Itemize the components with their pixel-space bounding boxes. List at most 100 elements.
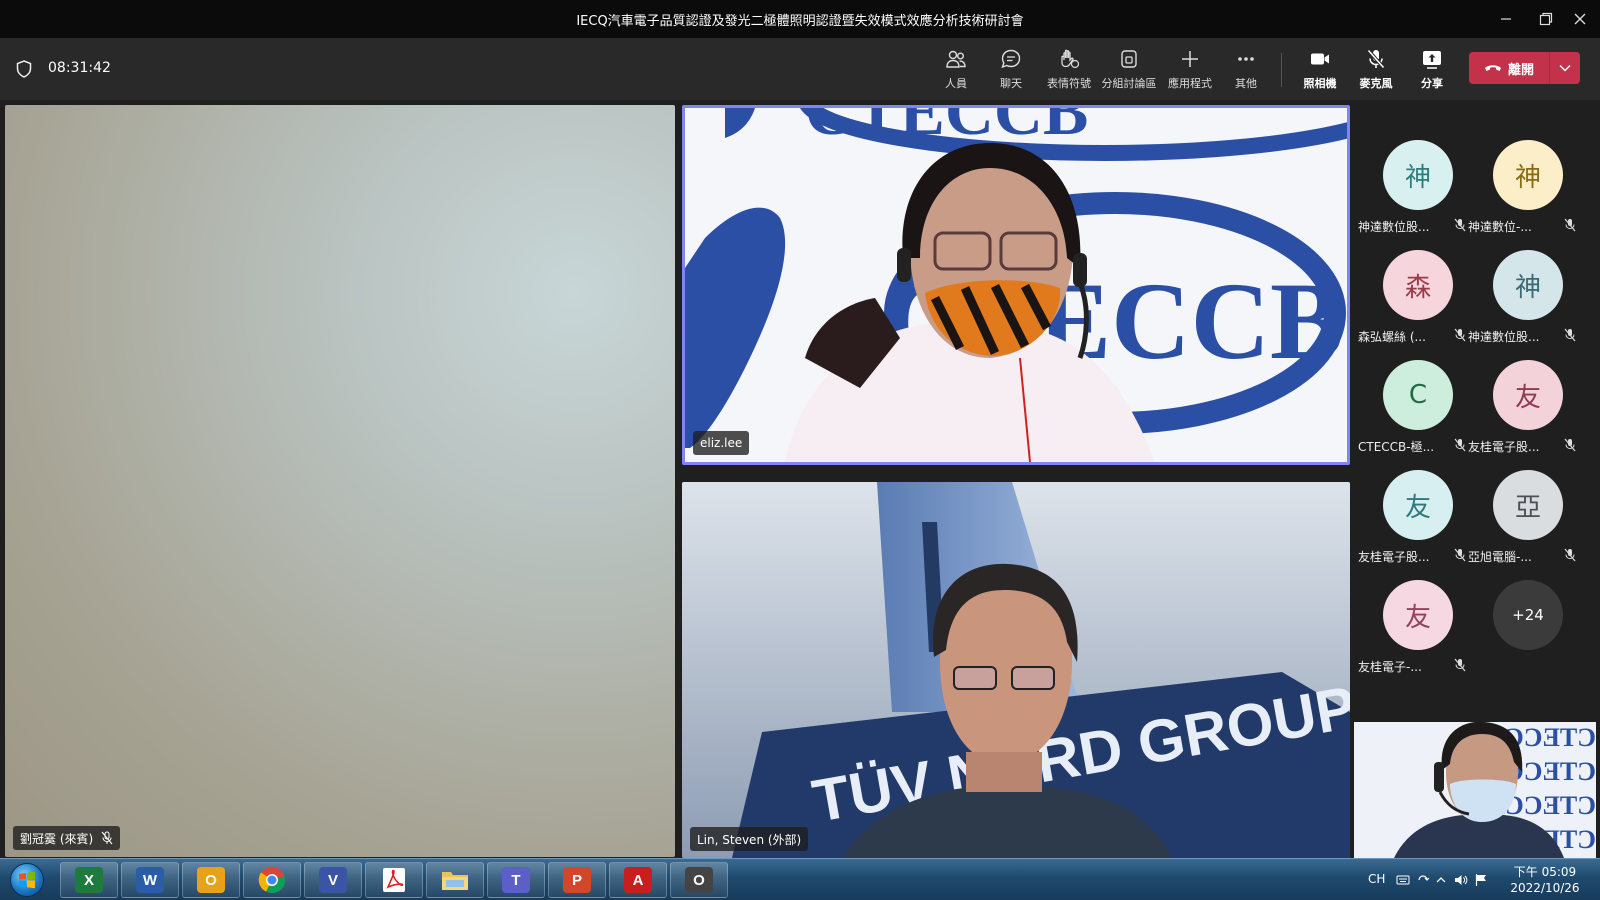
breakout-rooms-icon: [1121, 50, 1137, 68]
gallery-participant-name: 神達數位股...: [1358, 220, 1430, 234]
minimize-button[interactable]: [1486, 0, 1526, 38]
taskbar-clock[interactable]: 下午 05:09 2022/10/26: [1505, 864, 1585, 896]
taskbar-app-acrobat-reader[interactable]: [365, 862, 423, 898]
participant-name-chip: eliz.lee: [693, 431, 750, 455]
more-button[interactable]: 其他: [1217, 48, 1275, 92]
participant-name-chip: 劉冠霙 (來賓): [13, 826, 121, 850]
participant-name: Lin, Steven (外部): [697, 832, 802, 847]
taskbar-app-obs[interactable]: O: [670, 862, 728, 898]
mic-off-icon: [1564, 548, 1576, 562]
gallery-participant-name: 友桂電子股...: [1358, 550, 1430, 564]
gallery-participant[interactable]: 友 友桂電子股...: [1358, 464, 1468, 564]
visio-icon: V: [319, 867, 347, 893]
clock-time: 下午 05:09: [1513, 865, 1577, 879]
gallery-participant[interactable]: 森 森弘螺絲 (...: [1358, 244, 1468, 344]
backdrop-logo-top: CTECCB: [805, 108, 1088, 149]
video-tile-lin-steven[interactable]: TÜV NORD GROUP Lin, Steven (外部): [682, 482, 1350, 858]
gallery-participant[interactable]: 友 友桂電子股...: [1468, 354, 1578, 454]
taskbar-app-outlook[interactable]: O: [182, 862, 240, 898]
overflow-count: +24: [1493, 580, 1563, 650]
apps-button[interactable]: 應用程式: [1161, 48, 1219, 92]
avatar: 神: [1493, 140, 1563, 210]
input-language[interactable]: CH: [1368, 872, 1385, 886]
taskbar-app-powerpoint[interactable]: P: [548, 862, 606, 898]
leave-button[interactable]: 離開: [1469, 52, 1549, 84]
mic-off-icon: [1454, 218, 1466, 232]
camera-button[interactable]: 照相機: [1291, 48, 1349, 92]
taskbar-app-file-explorer[interactable]: [426, 862, 484, 898]
mic-off-icon: [1454, 658, 1466, 672]
sync-icon[interactable]: [1416, 873, 1430, 887]
close-window-button[interactable]: [1560, 0, 1600, 38]
lin-video-frame: TÜV NORD GROUP: [682, 482, 1350, 858]
gallery-participant[interactable]: 神 神達數位股...: [1358, 134, 1468, 234]
shield-icon[interactable]: [16, 60, 32, 78]
microphone-button[interactable]: 麥克風: [1347, 48, 1405, 92]
taskbar-app-excel[interactable]: X: [60, 862, 118, 898]
start-button[interactable]: [4, 861, 50, 899]
leave-options-button[interactable]: [1550, 52, 1580, 84]
taskbar-app-visio[interactable]: V: [304, 862, 362, 898]
gallery-participant-name: CTECCB-極...: [1358, 440, 1435, 454]
leave-label: 離開: [1507, 62, 1534, 78]
avatar: 友: [1493, 360, 1563, 430]
participant-name-chip: Lin, Steven (外部): [690, 827, 809, 851]
system-tray: CH 下午 05:09 2022/10/26: [1360, 859, 1600, 900]
breakout-rooms-button[interactable]: 分組討論區: [1100, 48, 1158, 92]
more-label: 其他: [1235, 77, 1257, 90]
mic-off-icon: [101, 831, 113, 845]
self-view-frame: CTECCB CTECCB CTECCB CTECCB: [1354, 722, 1596, 858]
action-center-flag-icon[interactable]: [1474, 873, 1488, 887]
gallery-participant[interactable]: 神 神達數位股...: [1468, 244, 1578, 344]
avatar: 友: [1383, 580, 1453, 650]
teams-meeting-window: IECQ汽車電子品質認證及發光二極體照明認證暨失效模式效應分析技術研討會 08:…: [0, 0, 1600, 900]
windows-taskbar: X W O V T P A O CH 下午 05:09 2022/10/26: [0, 858, 1600, 900]
reactions-button[interactable]: 表情符號: [1040, 48, 1098, 92]
microphone-muted-icon: [1367, 49, 1385, 69]
people-button[interactable]: 人員: [927, 48, 985, 92]
microphone-label: 麥克風: [1359, 77, 1393, 90]
gallery-participant-name: 友桂電子股...: [1468, 440, 1540, 454]
mic-off-icon: [1564, 218, 1576, 232]
chat-button[interactable]: 聊天: [982, 48, 1040, 92]
outlook-icon: O: [197, 867, 225, 893]
chat-label: 聊天: [1000, 77, 1022, 90]
leave-button-group: 離開: [1469, 52, 1580, 84]
apps-label: 應用程式: [1168, 77, 1212, 90]
chat-icon: [1001, 49, 1021, 69]
self-view[interactable]: CTECCB CTECCB CTECCB CTECCB: [1354, 722, 1596, 858]
gallery-participant[interactable]: C CTECCB-極...: [1358, 354, 1468, 454]
speaker-video-frame: CTECCB CTECCB: [685, 108, 1347, 462]
taskbar-app-teams[interactable]: T: [487, 862, 545, 898]
video-tile-guest[interactable]: 劉冠霙 (來賓): [5, 105, 675, 857]
share-button[interactable]: 分享: [1403, 48, 1461, 92]
avatar: 神: [1383, 140, 1453, 210]
video-stage: 劉冠霙 (來賓) CTECCB CTECCB eliz.lee TÜV NORD…: [0, 100, 1600, 858]
restore-icon: [1539, 12, 1553, 26]
gallery-participant-name: 亞旭電腦-...: [1468, 550, 1532, 564]
video-tile-active-speaker[interactable]: CTECCB CTECCB eliz.lee: [682, 105, 1350, 465]
teams-icon: T: [502, 867, 530, 893]
taskbar-app-acrobat[interactable]: A: [609, 862, 667, 898]
powerpoint-icon: P: [563, 867, 591, 893]
share-label: 分享: [1421, 77, 1443, 90]
volume-icon[interactable]: [1454, 873, 1468, 887]
raise-hand-icon: [1061, 49, 1080, 69]
people-label: 人員: [945, 77, 967, 90]
more-icon: [1238, 57, 1254, 61]
share-screen-icon: [1423, 51, 1441, 69]
chevron-up-icon[interactable]: [1434, 873, 1448, 887]
people-icon: [946, 50, 966, 68]
gallery-participant[interactable]: 神 神達數位-...: [1468, 134, 1578, 234]
taskbar-app-word[interactable]: W: [121, 862, 179, 898]
camera-label: 照相機: [1303, 77, 1337, 90]
gallery-participant[interactable]: 亞 亞旭電腦-...: [1468, 464, 1578, 564]
mic-off-icon: [1454, 438, 1466, 452]
avatar: 神: [1493, 250, 1563, 320]
gallery-participant[interactable]: 友 友桂電子-...: [1358, 574, 1468, 674]
taskbar-app-chrome[interactable]: [243, 862, 301, 898]
keyboard-icon[interactable]: [1396, 873, 1410, 887]
participant-gallery: 神 神達數位股... 神 神達數位-... 森 森弘螺絲 (... 神 神達數位…: [1352, 100, 1600, 700]
folder-icon: [442, 872, 468, 890]
more-participants-button[interactable]: +24: [1468, 574, 1578, 674]
